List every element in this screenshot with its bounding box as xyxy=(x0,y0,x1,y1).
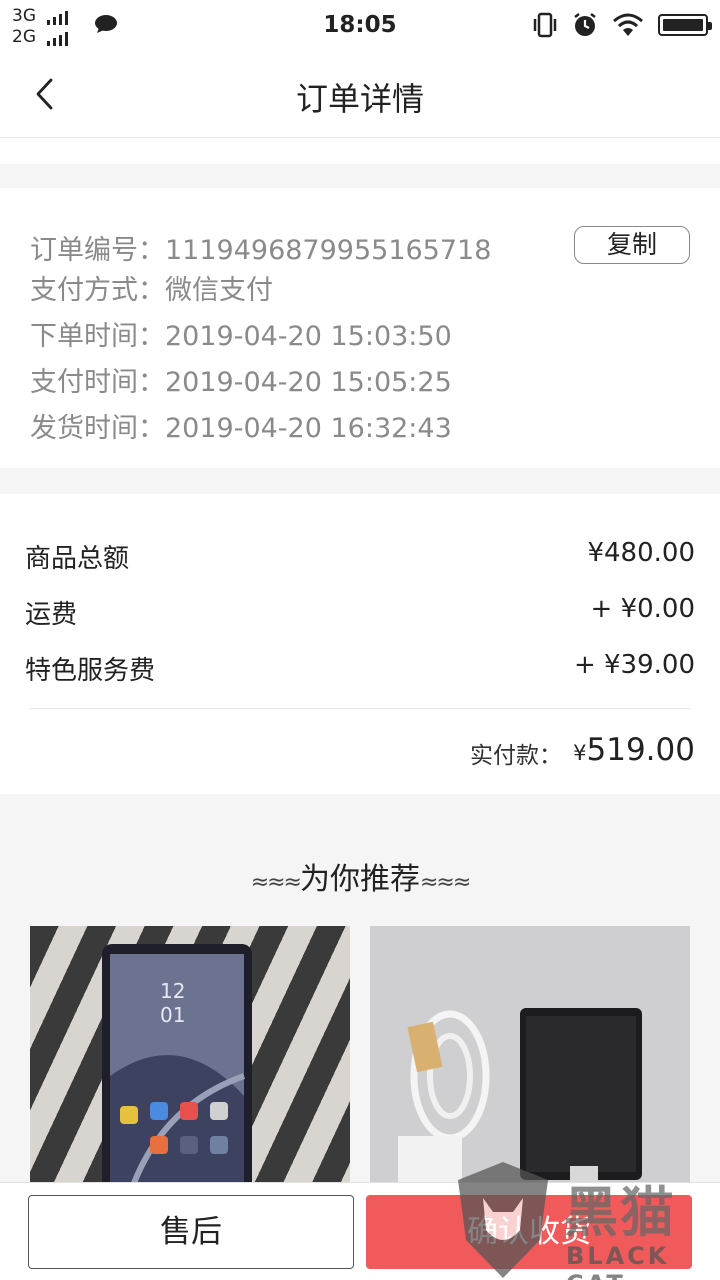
subtotal-value: ¥480.00 xyxy=(587,538,695,568)
after-sale-button[interactable]: 售后 xyxy=(28,1195,354,1269)
service-fee-row: 特色服务费 + ¥39.00 xyxy=(25,650,695,687)
watermark-cn: 黑猫 xyxy=(564,1181,676,1244)
pay-time-row: 支付时间：2019-04-20 15:05:25 xyxy=(30,360,452,399)
spacer-strip xyxy=(0,138,720,164)
phone-accessories-image xyxy=(370,926,690,1196)
order-time-value: 2019-04-20 15:03:50 xyxy=(165,321,452,352)
vibrate-icon xyxy=(533,12,557,38)
paid-currency: ¥ xyxy=(573,741,587,765)
service-fee-label: 特色服务费 xyxy=(25,656,156,686)
order-number-row: 订单编号：1119496879955165718 xyxy=(30,228,491,267)
payment-method-value: 微信支付 xyxy=(165,275,273,306)
wifi-icon xyxy=(613,13,643,36)
paid-value: 519.00 xyxy=(586,732,695,768)
order-time-row: 下单时间：2019-04-20 15:03:50 xyxy=(30,314,452,353)
recommend-title-text: 为你推荐 xyxy=(300,862,420,897)
recommend-title: ≈≈≈为你推荐≈≈≈ xyxy=(0,854,720,898)
svg-text:12: 12 xyxy=(160,979,185,1003)
order-time-label: 下单时间： xyxy=(30,321,165,352)
paid-label: 实付款： xyxy=(470,743,562,769)
shipping-label: 运费 xyxy=(25,600,78,630)
watermark-en: BLACK CAT xyxy=(566,1242,670,1280)
svg-text:01: 01 xyxy=(160,1003,185,1027)
phone-photo-image: 12 01 xyxy=(102,944,252,1196)
wave-deco-left: ≈≈≈ xyxy=(250,870,302,895)
shipping-row: 运费 + ¥0.00 xyxy=(25,594,695,631)
battery-icon xyxy=(658,14,712,36)
payment-method-row: 支付方式：微信支付 xyxy=(30,268,273,307)
cat-shield-logo-icon xyxy=(458,1162,548,1278)
service-fee-value: + ¥39.00 xyxy=(573,650,695,680)
black-cat-watermark: 黑猫 BLACK CAT xyxy=(448,1160,720,1280)
wave-deco-right: ≈≈≈ xyxy=(420,870,471,895)
order-info-card: 订单编号：1119496879955165718 复制 支付方式：微信支付 下单… xyxy=(0,188,720,468)
product-card-1[interactable]: 12 01 xyxy=(30,926,350,1196)
subtotal-row: 商品总额 ¥480.00 xyxy=(25,538,695,575)
shipping-value: + ¥0.00 xyxy=(590,594,695,624)
pay-time-label: 支付时间： xyxy=(30,367,165,398)
payment-method-label: 支付方式： xyxy=(30,275,165,306)
subtotal-label: 商品总额 xyxy=(25,544,130,574)
ship-time-label: 发货时间： xyxy=(30,413,165,444)
page-title: 订单详情 xyxy=(295,80,424,118)
alarm-icon xyxy=(574,13,596,36)
pay-time-value: 2019-04-20 15:05:25 xyxy=(165,367,452,398)
ship-time-value: 2019-04-20 16:32:43 xyxy=(165,413,452,444)
status-bar: 3G 2G 18:05 xyxy=(0,0,720,50)
amount-card: 商品总额 ¥480.00 运费 + ¥0.00 特色服务费 + ¥39.00 实… xyxy=(0,494,720,794)
ship-time-row: 发货时间：2019-04-20 16:32:43 xyxy=(30,406,452,445)
order-number-value: 1119496879955165718 xyxy=(165,235,492,266)
amount-divider xyxy=(30,708,690,709)
product-card-2[interactable] xyxy=(370,926,690,1196)
paid-amount: ¥519.00 xyxy=(573,732,695,768)
app-header: 订单详情 xyxy=(0,50,720,138)
order-number-label: 订单编号： xyxy=(30,235,165,266)
copy-button[interactable]: 复制 xyxy=(574,226,690,264)
